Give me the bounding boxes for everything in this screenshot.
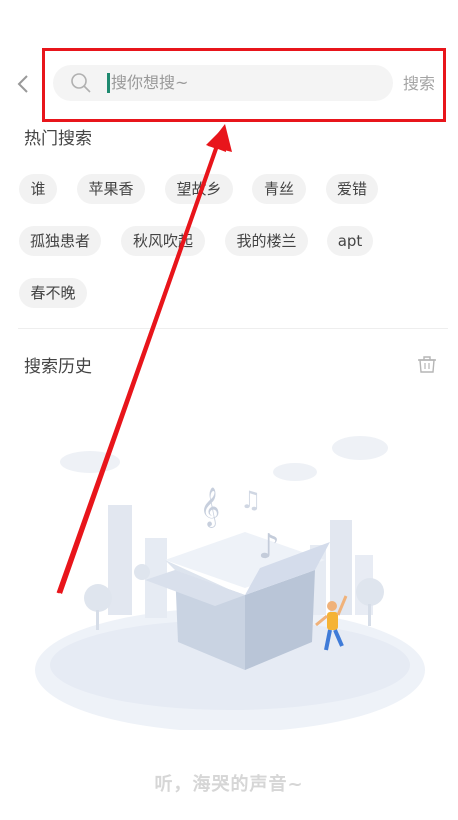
hot-tag[interactable]: 秋风吹起 [121, 226, 205, 256]
annotation-highlight-box [42, 48, 446, 122]
trash-icon[interactable] [416, 353, 438, 375]
hot-tag[interactable]: 谁 [19, 174, 57, 204]
hot-search-title: 热门搜索 [24, 129, 92, 149]
hot-tag[interactable]: 孤独患者 [19, 226, 101, 256]
empty-history-text: 听，海哭的声音~ [154, 774, 304, 795]
svg-text:♪: ♪ [258, 527, 280, 567]
empty-state-illustration: 𝄞 ♫ ♪ [35, 436, 425, 730]
hot-tag[interactable]: 青丝 [252, 174, 306, 204]
svg-text:♫: ♫ [240, 486, 262, 514]
chevron-left-icon [17, 75, 28, 93]
search-history-title: 搜索历史 [24, 357, 92, 377]
hot-tag[interactable]: apt [327, 226, 373, 256]
hot-tag[interactable]: 我的楼兰 [225, 226, 308, 256]
svg-text:𝄞: 𝄞 [200, 487, 220, 528]
hot-tag[interactable]: 望故乡 [165, 174, 233, 204]
hot-tag[interactable]: 春不晚 [19, 278, 87, 308]
section-divider [18, 328, 448, 329]
back-button[interactable] [10, 68, 36, 100]
hot-tag[interactable]: 爱错 [326, 174, 378, 204]
hot-tag[interactable]: 苹果香 [77, 174, 145, 204]
